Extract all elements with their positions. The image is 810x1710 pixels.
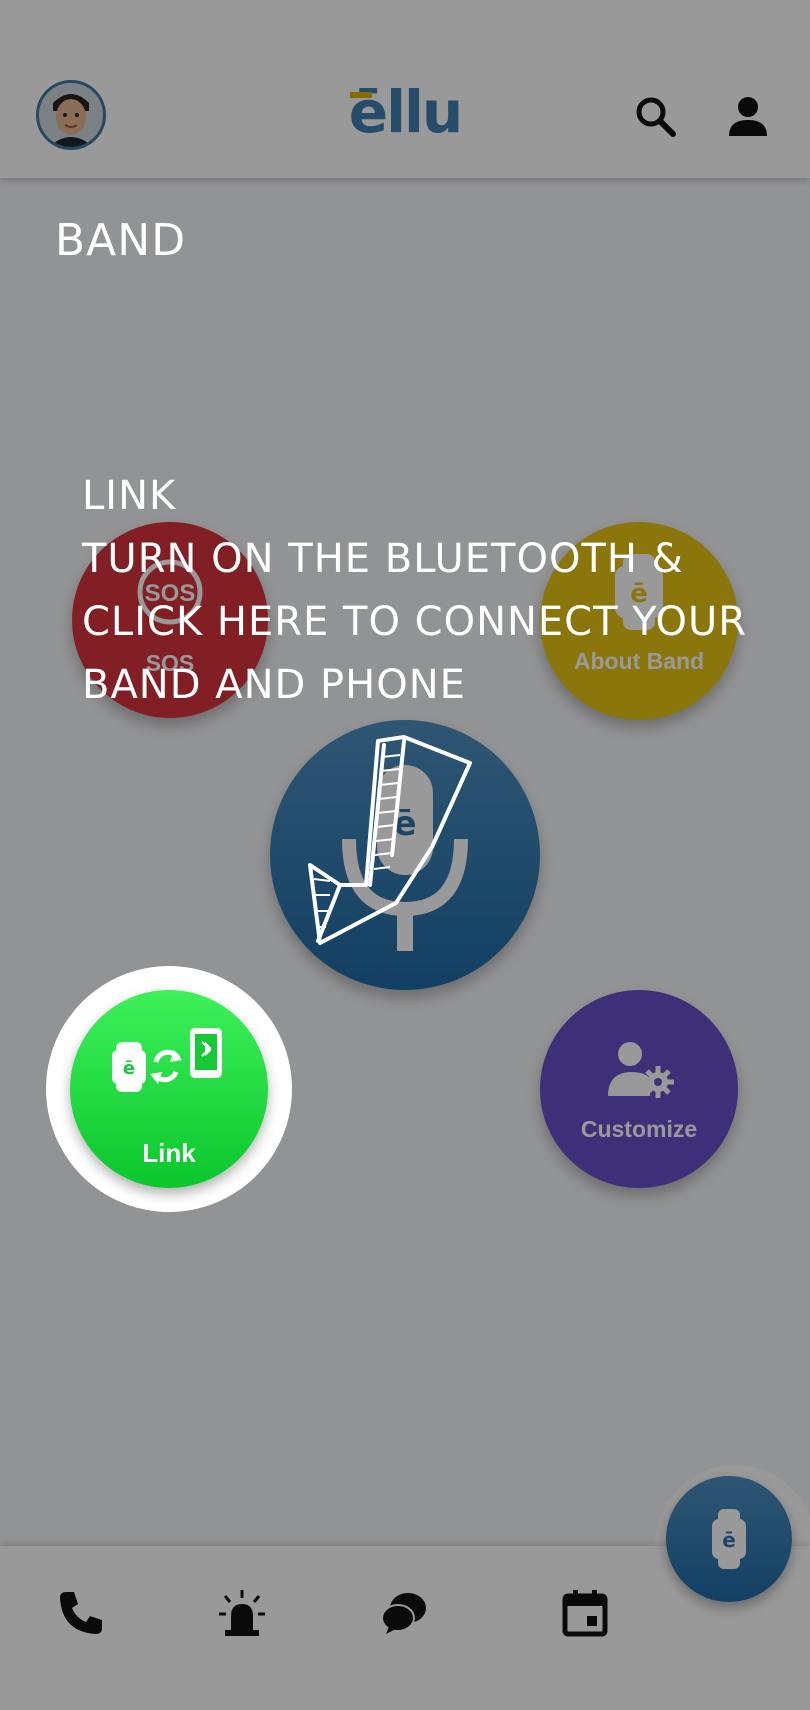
page-title: BAND [55, 215, 187, 266]
tooltip-line: LINK [82, 473, 177, 519]
tooltip-line: TURN ON THE BLUETOOTH & [82, 536, 684, 582]
hand-drawn-arrow-icon [308, 735, 472, 945]
onboarding-tooltip: LINK TURN ON THE BLUETOOTH & CLICK HERE … [82, 465, 782, 717]
link-button[interactable]: ē Link [70, 990, 268, 1188]
svg-text:ē: ē [123, 1058, 135, 1079]
band-phone-sync-icon: ē [112, 1028, 222, 1092]
tooltip-line: CLICK HERE TO CONNECT YOUR [82, 599, 748, 645]
link-spotlight: ē Link [46, 966, 292, 1212]
tooltip-line: BAND AND PHONE [82, 662, 466, 708]
link-label: Link [142, 1138, 196, 1168]
app-screen: ēllu BAND SOS SOS ē About Band ē Customi… [0, 0, 810, 1710]
